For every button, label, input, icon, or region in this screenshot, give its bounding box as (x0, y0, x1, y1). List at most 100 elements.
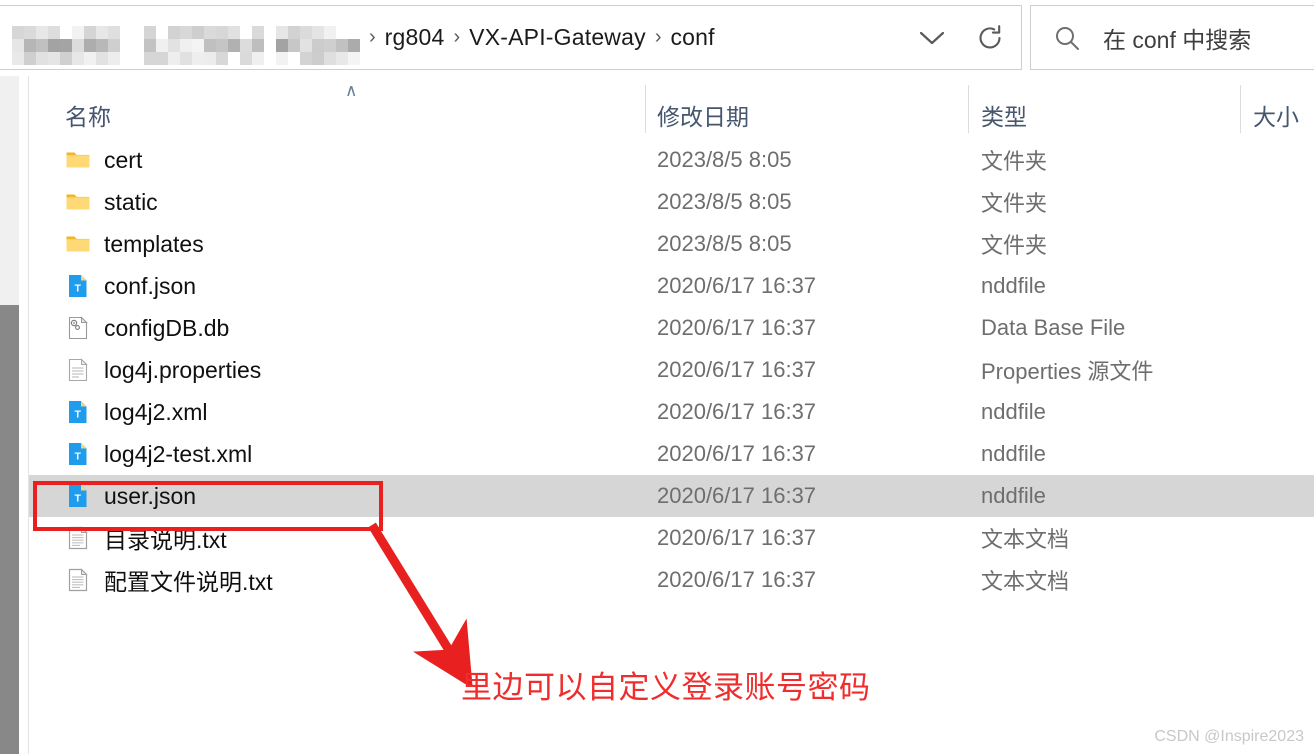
text-file-icon (65, 567, 91, 593)
svg-text:T: T (75, 451, 82, 463)
file-name-cell[interactable]: 目录说明.txt (65, 517, 227, 559)
table-row[interactable]: cert 2023/8/5 8:05 文件夹 (29, 139, 1314, 181)
folder-icon (65, 231, 91, 257)
file-name-cell[interactable]: Tconf.json (65, 265, 196, 307)
breadcrumb-separator: › (453, 25, 461, 48)
file-name-label: 目录说明.txt (104, 527, 227, 553)
file-name-label: conf.json (104, 272, 197, 299)
breadcrumb[interactable]: › rg804 › VX-API-Gateway › conf (0, 6, 905, 69)
blue-t-file-icon: T (65, 399, 91, 425)
table-row[interactable]: configDB.db 2020/6/17 16:37 Data Base File (29, 307, 1314, 349)
folder-icon (65, 147, 91, 173)
search-icon (1031, 24, 1103, 52)
file-name-label: cert (104, 146, 143, 173)
blue-t-file-icon: T (65, 483, 91, 509)
file-name-cell[interactable]: Tuser.json (65, 475, 196, 517)
censored-path-prefix (0, 18, 360, 65)
svg-text:T: T (75, 283, 82, 295)
annotation-text: 里边可以自定义登录账号密码 (461, 670, 871, 705)
table-row[interactable]: 配置文件说明.txt 2020/6/17 16:37 文本文档 (29, 559, 1314, 601)
file-name-label: log4j.properties (104, 356, 262, 383)
navigation-pane (0, 76, 19, 236)
breadcrumb-item-3[interactable]: conf (670, 24, 714, 51)
breadcrumb-separator: › (654, 25, 662, 48)
breadcrumb-separator: › (369, 25, 376, 48)
file-type-cell: nddfile (981, 273, 1046, 298)
file-date-cell: 2020/6/17 16:37 (657, 315, 817, 340)
navigation-scrollbar-track[interactable] (0, 236, 19, 754)
refresh-icon[interactable] (959, 6, 1021, 69)
table-row[interactable]: static 2023/8/5 8:05 文件夹 (29, 181, 1314, 223)
file-name-cell[interactable]: configDB.db (65, 307, 229, 349)
navigation-scrollbar-thumb[interactable] (0, 305, 19, 754)
lined-file-icon (65, 357, 91, 383)
svg-text:T: T (75, 493, 82, 505)
text-file-icon (65, 525, 91, 551)
file-list: cert 2023/8/5 8:05 文件夹 static 2023/8/5 8:05 文… (29, 139, 1314, 601)
file-type-cell: nddfile (981, 441, 1046, 466)
column-header-type[interactable]: 类型 (981, 98, 1027, 132)
file-type-cell: nddfile (981, 399, 1046, 424)
file-date-cell: 2020/6/17 16:37 (657, 441, 817, 466)
file-date-cell: 2023/8/5 8:05 (657, 189, 792, 214)
file-date-cell: 2023/8/5 8:05 (657, 147, 792, 172)
pane-gap (19, 76, 28, 754)
file-type-cell: 文件夹 (981, 233, 1048, 258)
folder-icon (65, 189, 91, 215)
chevron-down-icon[interactable] (905, 6, 959, 69)
column-header-row: ∧ 名称 修改日期 类型 大小 (29, 76, 1314, 139)
blue-t-file-icon: T (65, 441, 91, 467)
file-name-cell[interactable]: Tlog4j2-test.xml (65, 433, 252, 475)
file-name-label: configDB.db (104, 314, 230, 341)
sort-ascending-icon[interactable]: ∧ (345, 82, 357, 99)
table-row[interactable]: templates 2023/8/5 8:05 文件夹 (29, 223, 1314, 265)
table-row[interactable]: 目录说明.txt 2020/6/17 16:37 文本文档 (29, 517, 1314, 559)
file-name-label: user.json (104, 482, 197, 509)
file-date-cell: 2020/6/17 16:37 (657, 525, 817, 550)
file-date-cell: 2020/6/17 16:37 (657, 273, 817, 298)
search-box[interactable]: 在 conf 中搜索 (1030, 5, 1314, 70)
column-header-size[interactable]: 大小 (1253, 98, 1299, 132)
file-type-cell: 文件夹 (981, 149, 1048, 174)
explorer-toolbar: › rg804 › VX-API-Gateway › conf 在 conf 中… (0, 0, 1314, 75)
file-date-cell: 2020/6/17 16:37 (657, 483, 817, 508)
column-divider[interactable] (1240, 85, 1241, 133)
file-name-cell[interactable]: log4j.properties (65, 349, 261, 391)
file-type-cell: Data Base File (981, 315, 1126, 340)
file-type-cell: 文件夹 (981, 191, 1048, 216)
file-list-pane: ∧ 名称 修改日期 类型 大小 cert 2023/8/5 8:05 文件夹 stat… (29, 76, 1314, 754)
file-type-cell: nddfile (981, 483, 1046, 508)
file-name-label: 配置文件说明.txt (104, 569, 273, 595)
blue-t-file-icon: T (65, 273, 91, 299)
breadcrumb-item-2[interactable]: VX-API-Gateway (469, 24, 646, 51)
table-row[interactable]: Tuser.json 2020/6/17 16:37 nddfile (29, 475, 1314, 517)
file-name-cell[interactable]: templates (65, 223, 204, 265)
file-type-cell: 文本文档 (981, 569, 1070, 594)
table-row[interactable]: Tconf.json 2020/6/17 16:37 nddfile (29, 265, 1314, 307)
search-input-placeholder[interactable]: 在 conf 中搜索 (1103, 21, 1251, 55)
address-bar[interactable]: › rg804 › VX-API-Gateway › conf (0, 5, 1022, 70)
file-name-cell[interactable]: static (65, 181, 158, 223)
file-name-label: templates (104, 230, 204, 257)
file-name-cell[interactable]: cert (65, 139, 142, 181)
file-name-cell[interactable]: 配置文件说明.txt (65, 559, 273, 601)
table-row[interactable]: Tlog4j2-test.xml 2020/6/17 16:37 nddfile (29, 433, 1314, 475)
column-header-date-modified[interactable]: 修改日期 (657, 98, 749, 132)
file-name-label: static (104, 188, 158, 215)
breadcrumb-item-1[interactable]: rg804 (385, 24, 445, 51)
column-header-name[interactable]: 名称 (65, 98, 111, 132)
table-row[interactable]: Tlog4j2.xml 2020/6/17 16:37 nddfile (29, 391, 1314, 433)
file-date-cell: 2020/6/17 16:37 (657, 357, 817, 382)
file-name-cell[interactable]: Tlog4j2.xml (65, 391, 208, 433)
file-type-cell: 文本文档 (981, 527, 1070, 552)
column-divider[interactable] (968, 85, 969, 133)
watermark: CSDN @Inspire2023 (1154, 728, 1304, 745)
file-date-cell: 2020/6/17 16:37 (657, 399, 817, 424)
file-date-cell: 2020/6/17 16:37 (657, 567, 817, 592)
gear-file-icon (65, 315, 91, 341)
file-name-label: log4j2.xml (104, 398, 208, 425)
table-row[interactable]: log4j.properties 2020/6/17 16:37 Propertie… (29, 349, 1314, 391)
file-date-cell: 2023/8/5 8:05 (657, 231, 792, 256)
column-divider[interactable] (645, 85, 646, 133)
svg-text:T: T (75, 409, 82, 421)
